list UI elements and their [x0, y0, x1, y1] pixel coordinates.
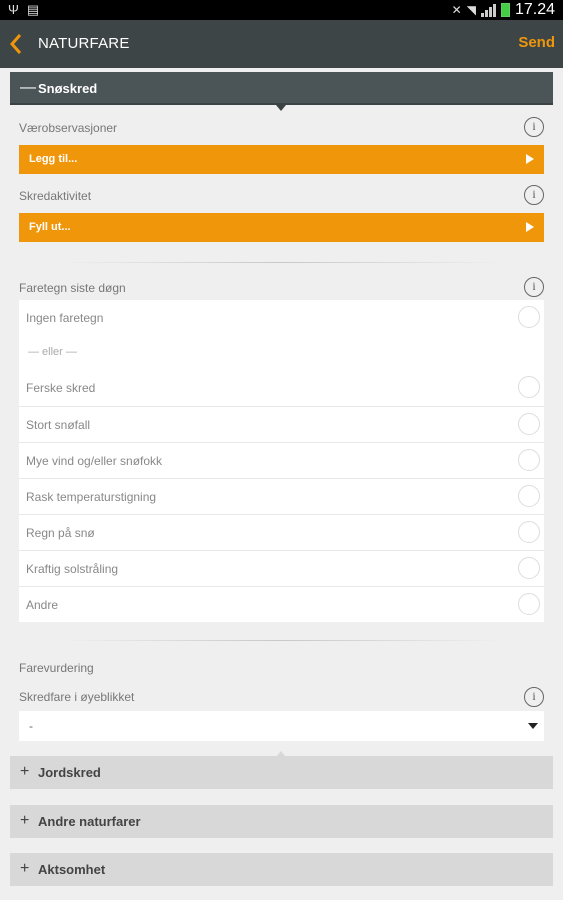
radio-button[interactable] — [518, 449, 540, 471]
list-item-label: Rask temperaturstigning — [26, 490, 157, 504]
status-bar: Ψ ▤ ✕ ◥ 17.24 — [0, 0, 563, 20]
list-item[interactable]: Stort snøfall — [19, 406, 544, 442]
radio-button[interactable] — [518, 521, 540, 543]
add-weather-button[interactable]: Legg til... — [19, 145, 544, 174]
section-title: Aktsomhet — [38, 862, 106, 877]
list-item-none[interactable]: Ingen faretegn — [19, 300, 544, 336]
list-item[interactable]: Andre — [19, 586, 544, 622]
section-title: Jordskred — [38, 765, 101, 780]
expand-icon: + — [20, 763, 30, 780]
send-button[interactable]: Send — [518, 34, 555, 51]
expand-icon: + — [20, 812, 30, 829]
list-item[interactable]: Mye vind og/eller snøfokk — [19, 442, 544, 478]
divider — [60, 640, 503, 641]
danger-signs-label: Faretegn siste døgn — [19, 281, 126, 295]
or-separator: — eller — — [28, 346, 77, 358]
notification-icons: Ψ ▤ — [8, 2, 39, 18]
button-label: Legg til... — [29, 153, 78, 165]
section-title: Andre naturfarer — [38, 814, 141, 829]
section-title: Snøskred — [38, 81, 98, 96]
dropdown-arrow-icon — [528, 723, 538, 729]
button-label: Fyll ut... — [29, 221, 71, 233]
list-item-label: Kraftig solstråling — [26, 562, 119, 576]
usb-icon: Ψ — [8, 2, 19, 17]
radio-button[interactable] — [518, 376, 540, 398]
weather-info-icon[interactable]: i — [524, 117, 544, 137]
list-item-label: Regn på snø — [26, 526, 95, 540]
avalanche-activity-label: Skredaktivitet — [19, 189, 92, 203]
danger-signs-list: Ingen faretegn — eller — Ferske skred St… — [19, 300, 544, 622]
document-icon: ▤ — [26, 2, 40, 17]
section-snoskred-header[interactable]: — Snøskred — [10, 72, 553, 105]
back-chevron-icon[interactable] — [10, 34, 22, 54]
radio-button[interactable] — [518, 557, 540, 579]
divider — [60, 262, 503, 263]
clock: 17.24 — [514, 1, 555, 18]
current-danger-label: Skredfare i øyeblikket — [19, 690, 135, 704]
avalanche-activity-info-icon[interactable]: i — [524, 185, 544, 205]
list-item[interactable]: Ferske skred — [19, 370, 544, 406]
fill-avalanche-activity-button[interactable]: Fyll ut... — [19, 213, 544, 242]
list-item[interactable]: Kraftig solstråling — [19, 550, 544, 586]
signal-icon — [480, 3, 496, 17]
section-andre-naturfarer-header[interactable]: + Andre naturfarer — [10, 805, 553, 838]
page-title: NATURFARE — [38, 35, 130, 52]
expand-icon: + — [20, 860, 30, 877]
system-icons: ✕ ◥ 17.24 — [452, 1, 555, 19]
current-danger-info-icon[interactable]: i — [524, 687, 544, 707]
mute-icon: ✕ — [451, 3, 462, 17]
list-item-label: Ingen faretegn — [26, 311, 104, 325]
radio-button[interactable] — [518, 593, 540, 615]
arrow-right-icon — [526, 154, 534, 164]
current-danger-select[interactable]: - — [19, 711, 544, 741]
collapse-icon: — — [20, 79, 36, 96]
list-item[interactable]: Rask temperaturstigning — [19, 478, 544, 514]
list-item-label: Stort snøfall — [26, 418, 91, 432]
danger-signs-info-icon[interactable]: i — [524, 277, 544, 297]
list-item[interactable]: Regn på snø — [19, 514, 544, 550]
arrow-right-icon — [526, 222, 534, 232]
wifi-icon: ◥ — [466, 3, 476, 17]
action-bar: NATURFARE Send — [0, 20, 563, 68]
assessment-label: Farevurdering — [19, 661, 94, 675]
section-pointer-icon — [276, 105, 286, 111]
section-jordskred-header[interactable]: + Jordskred — [10, 756, 553, 789]
radio-button[interactable] — [518, 485, 540, 507]
weather-label: Værobservasjoner — [19, 121, 118, 135]
list-item-label: Mye vind og/eller snøfokk — [26, 454, 163, 468]
radio-button[interactable] — [518, 413, 540, 435]
select-value: - — [29, 719, 33, 733]
battery-icon — [500, 3, 510, 17]
list-item-label: Andre — [26, 598, 59, 612]
section-aktsomhet-header[interactable]: + Aktsomhet — [10, 853, 553, 886]
radio-button[interactable] — [518, 306, 540, 328]
list-item-label: Ferske skred — [26, 381, 96, 395]
